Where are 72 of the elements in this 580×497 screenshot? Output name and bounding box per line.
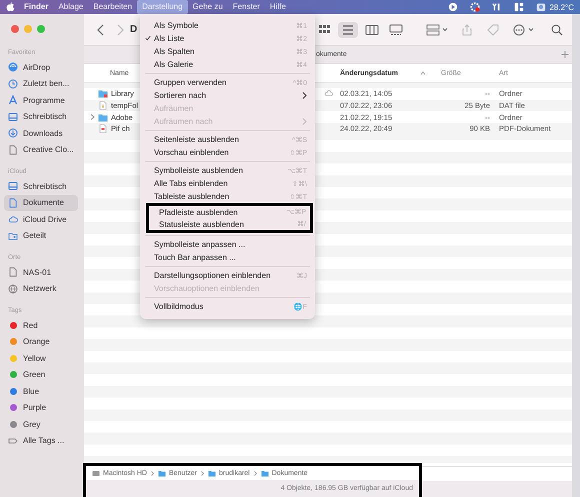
window-title: D xyxy=(130,24,138,35)
signal-icon[interactable] xyxy=(492,2,502,12)
search-icon[interactable] xyxy=(550,24,564,36)
chevron-icon xyxy=(150,470,154,476)
view-mode-button[interactable] xyxy=(338,22,358,38)
menu-bar-item[interactable]: Hilfe xyxy=(264,0,291,14)
sidebar-item[interactable]: Orange xyxy=(4,334,78,350)
menu-bar-item[interactable]: Bearbeiten xyxy=(88,0,138,14)
gear-icon[interactable] xyxy=(470,2,480,12)
control-icon[interactable] xyxy=(514,2,524,12)
sidebar-item[interactable]: Grey xyxy=(4,416,78,432)
document-icon xyxy=(98,124,108,134)
sidebar-item[interactable]: Green xyxy=(4,366,78,383)
temperature-reading: 28.2°C xyxy=(549,2,574,12)
chevron-icon[interactable] xyxy=(528,27,534,32)
sidebar-item[interactable]: Purple xyxy=(4,400,78,416)
shared-folder-icon xyxy=(8,230,18,241)
close-button[interactable] xyxy=(11,25,19,33)
sidebar-item[interactable]: AirDrop xyxy=(4,59,78,76)
chevron-icon xyxy=(201,470,204,476)
apps-icon xyxy=(8,95,18,106)
sidebar-item[interactable]: Zuletzt ben... xyxy=(4,76,78,92)
folder-icon xyxy=(208,470,216,476)
download-icon xyxy=(8,128,18,138)
sidebar-item[interactable]: Blue xyxy=(4,383,78,400)
menu-bar-item[interactable]: Fenster xyxy=(228,0,265,14)
sidebar-item[interactable]: Schreibtisch xyxy=(4,108,78,125)
disclosure-icon[interactable] xyxy=(90,114,95,120)
back-icon[interactable] xyxy=(96,24,106,36)
folder-icon xyxy=(260,470,269,476)
sidebar-item[interactable]: Schreibtisch xyxy=(4,178,78,194)
menu-item[interactable]: Touch Bar anpassen ... xyxy=(140,251,315,264)
sidebar-item[interactable]: iCloud Drive xyxy=(4,211,78,228)
group-icon[interactable] xyxy=(426,24,440,36)
document-icon xyxy=(98,101,108,110)
sidebar-item[interactable]: Red xyxy=(4,317,78,334)
desktop-icon xyxy=(8,112,18,122)
menu-bar-item[interactable]: Ablage xyxy=(53,0,88,14)
clock-icon xyxy=(8,78,18,89)
sidebar-item[interactable]: Downloads xyxy=(4,125,78,142)
sidebar-item[interactable]: Netzwerk xyxy=(4,280,78,297)
chevron-icon[interactable] xyxy=(442,27,448,32)
document-icon xyxy=(8,144,18,155)
chevron-icon xyxy=(254,470,257,476)
sidebar-item[interactable]: Geteilt xyxy=(4,228,78,244)
menu-item[interactable]: Sortieren nach xyxy=(140,89,315,102)
folder-icon xyxy=(98,89,108,98)
document-icon xyxy=(8,198,18,208)
folder-icon xyxy=(158,470,166,476)
sidebar-item[interactable]: NAS-01 xyxy=(4,264,78,280)
grid-icon xyxy=(317,24,332,36)
document-icon xyxy=(8,267,18,278)
menu-bar-item[interactable]: Finder xyxy=(19,0,54,14)
menu-bar-item[interactable]: Gehe zu xyxy=(188,0,228,14)
list-icon xyxy=(341,24,356,36)
cloud-icon xyxy=(8,214,18,224)
globe-icon xyxy=(8,284,18,294)
sidebar-item[interactable]: Programme xyxy=(4,92,78,108)
sort-caret-icon xyxy=(420,71,426,75)
sidebar-item[interactable]: Alle Tags ... xyxy=(4,432,78,449)
more-icon[interactable] xyxy=(512,24,526,36)
sidebar-item[interactable]: Creative Clo... xyxy=(4,142,78,158)
checkmark-icon xyxy=(145,35,151,41)
columns-icon xyxy=(365,24,380,36)
airdrop-icon xyxy=(8,62,18,72)
desktop-icon xyxy=(8,181,18,192)
apple-icon[interactable] xyxy=(6,2,15,12)
sidebar-item[interactable]: Yellow xyxy=(4,350,78,366)
menu-item[interactable]: Symbolleiste anpassen ... xyxy=(140,238,315,251)
gallery-icon xyxy=(389,24,404,36)
tag-icon xyxy=(8,436,18,446)
sidebar-item[interactable]: Dokumente xyxy=(4,194,78,211)
